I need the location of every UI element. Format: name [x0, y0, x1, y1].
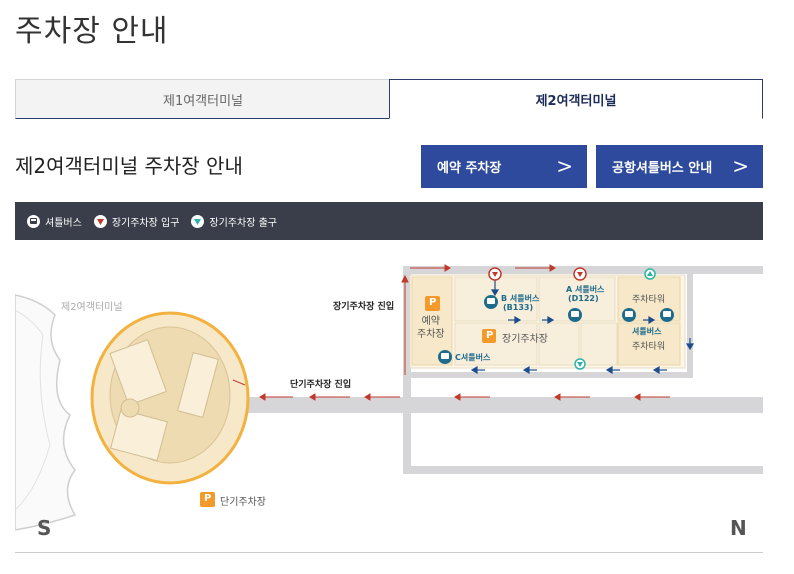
south-label: S	[37, 516, 52, 540]
legend-entrance: 장기주차장 입구	[93, 214, 180, 229]
map-canvas	[15, 264, 763, 531]
reserved-p-symbol: P	[429, 297, 437, 308]
shuttle-c-label: C셔틀버스	[455, 353, 491, 362]
chevron-right-icon: >	[556, 154, 573, 178]
exit-icon	[191, 214, 205, 228]
map-legend: 셔틀버스 장기주차장 입구 장기주차장 출구	[15, 202, 763, 240]
chevron-right-icon: >	[732, 154, 749, 178]
long-term-p-symbol: P	[486, 330, 494, 341]
shuttle-info-label: 공항셔틀버스 안내	[612, 161, 713, 176]
shuttle-a-code: (D122)	[568, 294, 599, 303]
shuttle-bus-icon	[27, 214, 40, 228]
shuttle-b-code: (B133)	[503, 303, 534, 312]
terminal-tabs: 제1여객터미널 제2여객터미널	[15, 79, 763, 119]
tab-terminal-2[interactable]: 제2여객터미널	[389, 79, 763, 119]
reserve-parking-button[interactable]: 예약 주차장 >	[421, 145, 587, 188]
terminal-building	[15, 294, 77, 531]
parking-tower-2-label: 주차타워	[632, 342, 666, 352]
page-title: 주차장 안내	[15, 14, 169, 49]
shuttle-tower-label: 셔틀버스	[632, 327, 662, 336]
legend-shuttle-label: 셔틀버스	[45, 217, 82, 229]
entrance-icon	[93, 214, 107, 228]
short-term-entry-label: 단기주차장 진입	[290, 380, 352, 390]
parking-tower-1-label: 주차타워	[632, 295, 666, 305]
shuttle-info-button[interactable]: 공항셔틀버스 안내 >	[596, 145, 763, 188]
tab-terminal-1[interactable]: 제1여객터미널	[15, 79, 390, 119]
north-label: N	[730, 516, 747, 540]
terminal-label: 제2여객터미널	[61, 302, 123, 313]
section-title: 제2여객터미널 주차장 안내	[15, 154, 243, 178]
reserved-parking-label: 예약 주차장	[417, 316, 445, 340]
short-term-p-symbol: P	[204, 493, 212, 504]
parking-map: 제2여객터미널 장기주차장 진입 단기주차장 진입 P 예약 주차장 P 장기주…	[15, 240, 763, 553]
legend-entrance-label: 장기주차장 입구	[111, 217, 180, 229]
reserve-parking-label: 예약 주차장	[437, 161, 502, 176]
long-term-parking-label: 장기주차장	[502, 334, 548, 345]
short-term-parking-label: 단기주차장	[220, 497, 266, 508]
long-term-entry-label: 장기주차장 진입	[333, 302, 395, 312]
legend-exit-label: 장기주차장 출구	[209, 217, 277, 229]
legend-shuttle: 셔틀버스	[27, 214, 82, 229]
legend-exit: 장기주차장 출구	[191, 214, 277, 229]
